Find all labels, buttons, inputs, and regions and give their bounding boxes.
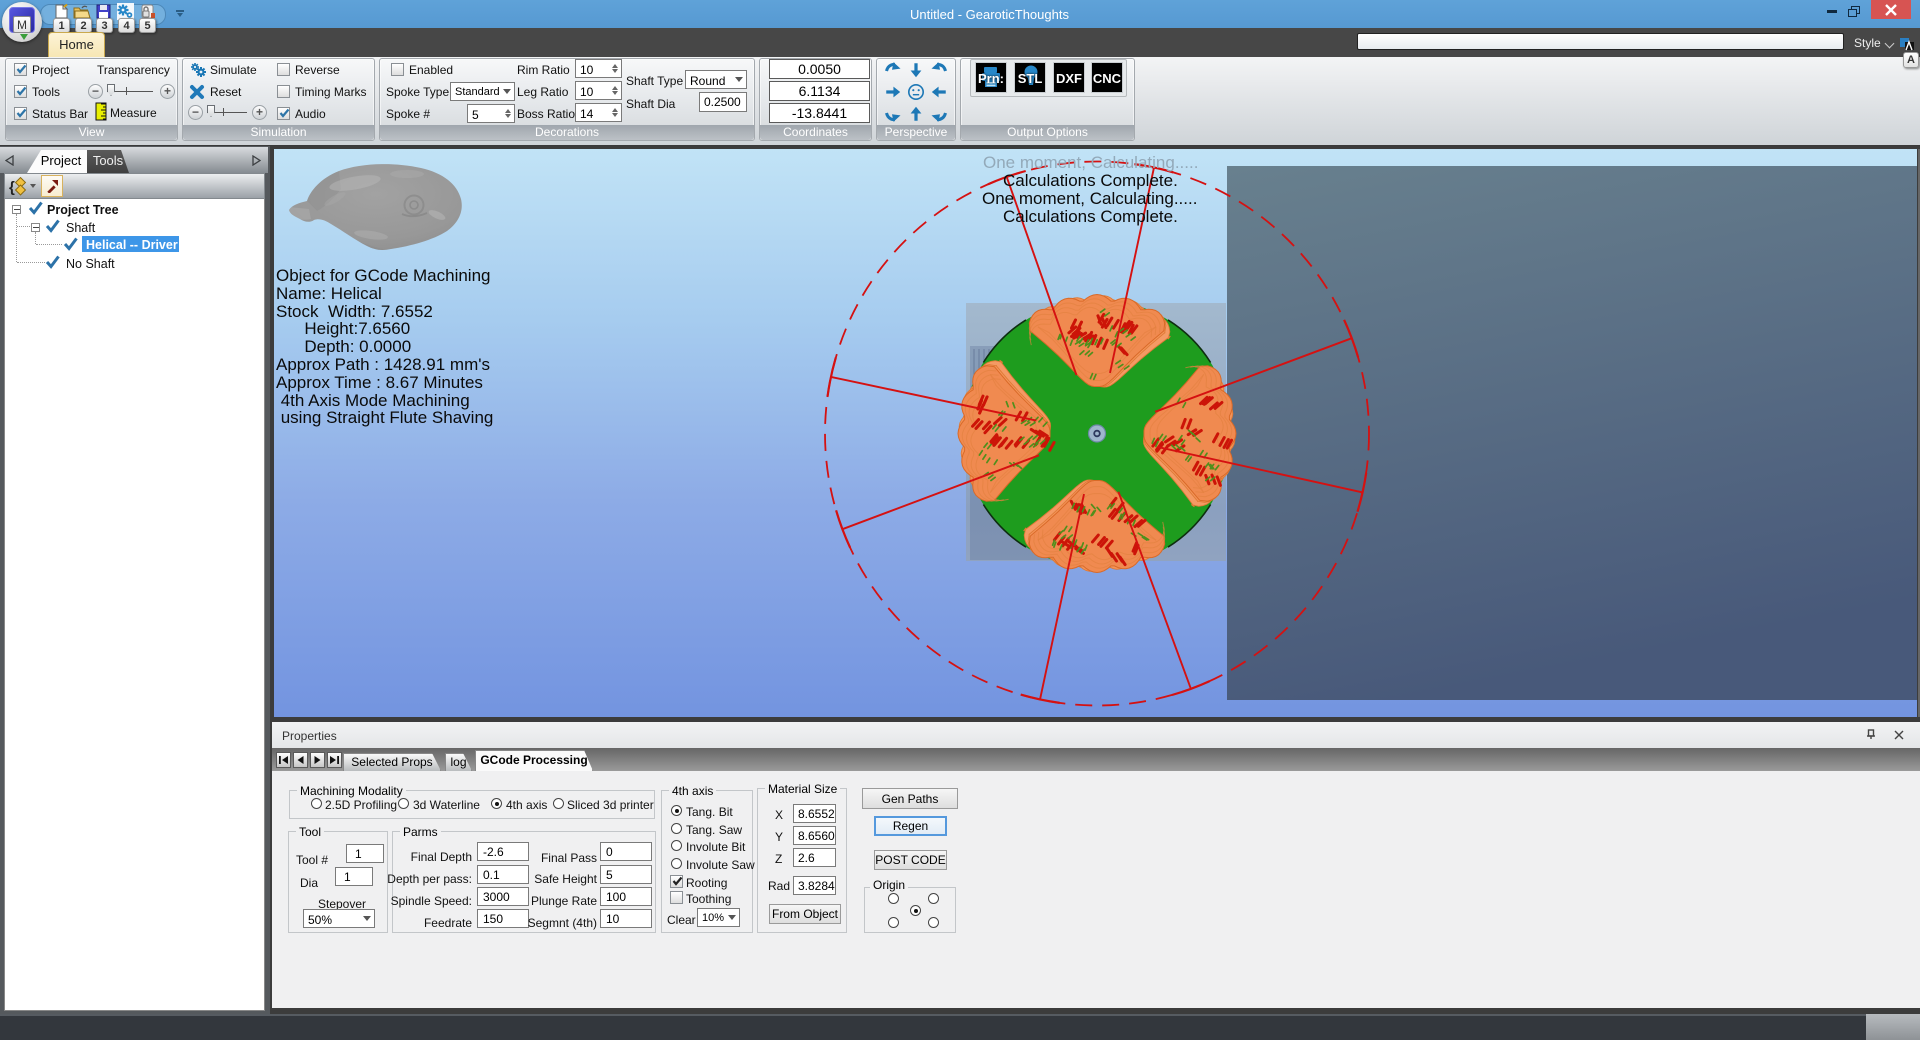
svg-text:{: { — [9, 179, 15, 196]
